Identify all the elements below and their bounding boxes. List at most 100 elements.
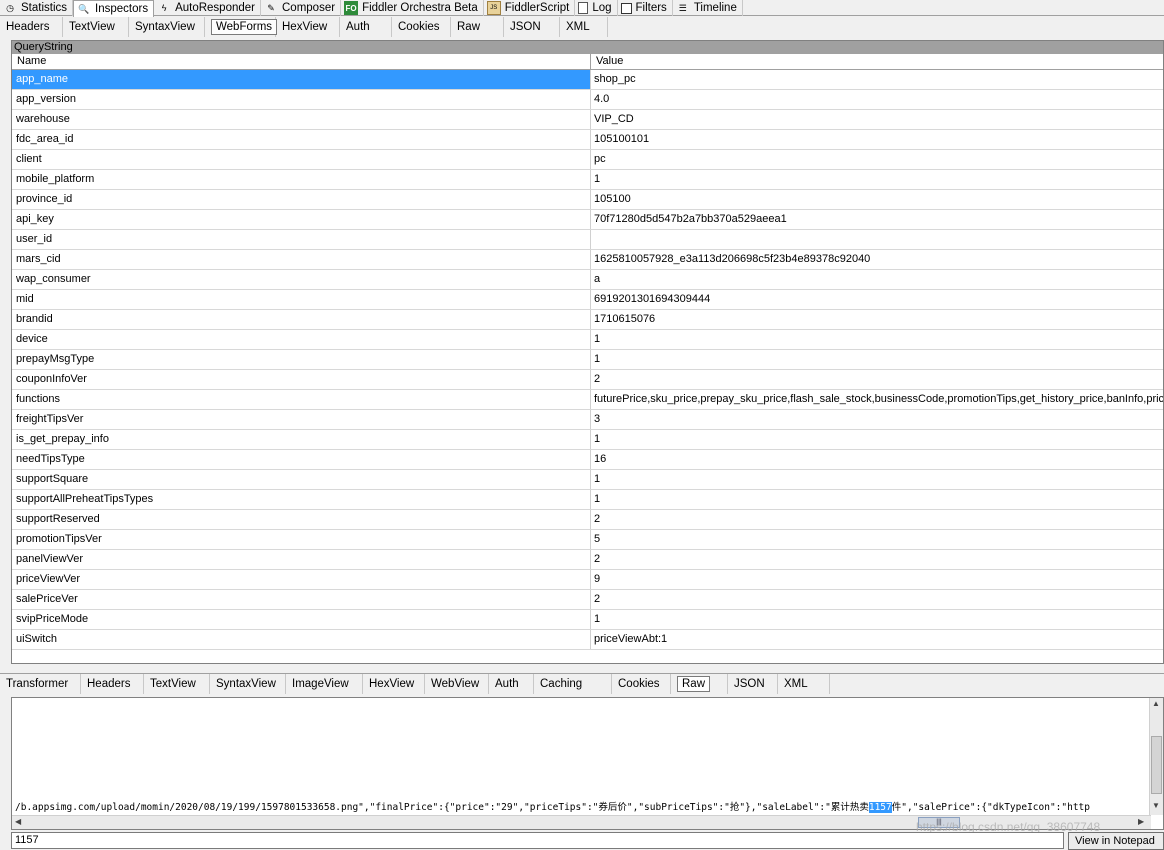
table-row[interactable]: is_get_prepay_info 1 — [12, 430, 1163, 450]
tab-label: AutoResponder — [175, 2, 255, 14]
tab-label: Timeline — [693, 2, 737, 14]
tab-timeline[interactable]: ☰ Timeline — [673, 0, 743, 16]
column-header-value[interactable]: Value — [591, 54, 623, 69]
tab-json[interactable]: JSON — [504, 17, 560, 37]
param-value: shop_pc — [594, 73, 636, 85]
tab-auth[interactable]: Auth — [489, 674, 534, 694]
vertical-scrollbar[interactable]: ▲ ▼ — [1149, 698, 1163, 815]
tab-label: WebForms — [211, 19, 278, 35]
tab-label: TextView — [69, 21, 115, 33]
tab-log[interactable]: Log — [575, 0, 618, 16]
tab-headers[interactable]: Headers — [81, 674, 144, 694]
tab-auth[interactable]: Auth — [340, 17, 392, 37]
table-row[interactable]: device 1 — [12, 330, 1163, 350]
tab-inspectors[interactable]: 🔍 Inspectors — [73, 0, 155, 17]
param-name: promotionTipsVer — [12, 530, 591, 549]
tab-label: HexView — [282, 21, 328, 33]
param-value: 1 — [594, 333, 601, 345]
table-row[interactable]: brandid 1710615076 — [12, 310, 1163, 330]
tab-label: Auth — [495, 678, 519, 690]
tab-textview[interactable]: TextView — [144, 674, 210, 694]
tab-hexview[interactable]: HexView — [276, 17, 340, 37]
table-row[interactable]: fdc_area_id 105100101 — [12, 130, 1163, 150]
vertical-scroll-thumb[interactable] — [1151, 736, 1162, 794]
tab-cookies[interactable]: Cookies — [392, 17, 451, 37]
table-row[interactable]: app_name shop_pc — [12, 70, 1163, 90]
table-row[interactable]: province_id 105100 — [12, 190, 1163, 210]
scroll-right-icon[interactable]: ▶ — [1138, 817, 1144, 826]
table-row[interactable]: app_version 4.0 — [12, 90, 1163, 110]
column-header-name[interactable]: Name — [12, 54, 591, 69]
param-name: warehouse — [12, 110, 591, 129]
tab-label: Cookies — [398, 21, 440, 33]
tab-fiddlerscript[interactable]: JS FiddlerScript — [484, 0, 576, 16]
scroll-down-icon[interactable]: ▼ — [1152, 801, 1160, 810]
scroll-up-icon[interactable]: ▲ — [1152, 699, 1160, 708]
view-in-notepad-button[interactable]: View in Notepad — [1068, 832, 1164, 850]
table-row[interactable]: client pc — [12, 150, 1163, 170]
tab-filters[interactable]: Filters — [618, 0, 673, 16]
tab-autoresponder[interactable]: ϟ AutoResponder — [154, 0, 261, 16]
param-value: 1 — [594, 493, 601, 505]
tab-raw[interactable]: Raw — [451, 17, 504, 37]
tab-webview[interactable]: WebView — [425, 674, 489, 694]
tab-hexview[interactable]: HexView — [363, 674, 425, 694]
table-row[interactable]: priceViewVer 9 — [12, 570, 1163, 590]
tab-caching[interactable]: Caching — [534, 674, 612, 694]
table-row[interactable]: mars_cid 1625810057928_e3a113d206698c5f23… — [12, 250, 1163, 270]
table-row[interactable]: freightTipsVer 3 — [12, 410, 1163, 430]
table-row[interactable]: prepayMsgType 1 — [12, 350, 1163, 370]
tab-label: Inspectors — [95, 3, 149, 15]
table-row[interactable]: panelViewVer 2 — [12, 550, 1163, 570]
table-row[interactable]: promotionTipsVer 5 — [12, 530, 1163, 550]
param-value: 4.0 — [594, 93, 610, 105]
tab-label: JSON — [734, 678, 765, 690]
tab-webforms[interactable]: WebForms — [205, 17, 278, 37]
tab-composer[interactable]: ✎ Composer — [261, 0, 342, 16]
tab-headers[interactable]: Headers — [0, 17, 63, 37]
tab-label: Headers — [87, 678, 131, 690]
table-row[interactable]: needTipsType 16 — [12, 450, 1163, 470]
table-row[interactable]: salePriceVer 2 — [12, 590, 1163, 610]
tab-statistics[interactable]: ◷ Statistics — [0, 0, 74, 16]
table-row[interactable]: functions futurePrice,sku_price,prepay_sk… — [12, 390, 1163, 410]
table-row[interactable]: couponInfoVer 2 — [12, 370, 1163, 390]
table-row[interactable]: mid 6919201301694309444 — [12, 290, 1163, 310]
tab-label: WebView — [431, 678, 480, 690]
param-name: mobile_platform — [12, 170, 591, 189]
table-row[interactable]: api_key 70f71280d5d547b2a7bb370a529aeea1 — [12, 210, 1163, 230]
tab-textview[interactable]: TextView — [63, 17, 129, 37]
tab-transformer[interactable]: Transformer — [0, 674, 81, 694]
table-row[interactable]: svipPriceMode 1 — [12, 610, 1163, 630]
tab-fiddler-orchestra-beta[interactable]: FO Fiddler Orchestra Beta — [341, 0, 484, 16]
tab-cookies[interactable]: Cookies — [612, 674, 671, 694]
table-row[interactable]: user_id — [12, 230, 1163, 250]
table-row[interactable]: wap_consumer a — [12, 270, 1163, 290]
param-name: panelViewVer — [12, 550, 591, 569]
param-value: pc — [594, 153, 606, 165]
tab-imageview[interactable]: ImageView — [286, 674, 363, 694]
param-value: 2 — [594, 513, 601, 525]
querystring-title: QueryString — [12, 41, 1163, 54]
tab-label: Transformer — [6, 678, 69, 690]
table-row[interactable]: supportReserved 2 — [12, 510, 1163, 530]
tab-xml[interactable]: XML — [778, 674, 830, 694]
querystring-panel: QueryString Name Value app_name shop_pc ap… — [11, 40, 1164, 664]
table-row[interactable]: uiSwitch priceViewAbt:1 — [12, 630, 1163, 650]
find-input[interactable]: 1157 — [11, 832, 1064, 849]
response-raw-text[interactable]: /b.appsimg.com/upload/momin/2020/08/19/1… — [11, 697, 1164, 830]
table-row[interactable]: mobile_platform 1 — [12, 170, 1163, 190]
tab-raw[interactable]: Raw — [671, 674, 728, 694]
response-text-before: /b.appsimg.com/upload/momin/2020/08/19/1… — [15, 802, 869, 813]
table-row[interactable]: warehouse VIP_CD — [12, 110, 1163, 130]
js-script-icon: JS — [486, 1, 501, 15]
tab-syntaxview[interactable]: SyntaxView — [210, 674, 286, 694]
param-value: 2 — [594, 373, 601, 385]
table-row[interactable]: supportAllPreheatTipsTypes 1 — [12, 490, 1163, 510]
scroll-left-icon[interactable]: ◀ — [15, 817, 21, 826]
table-row[interactable]: supportSquare 1 — [12, 470, 1163, 490]
tab-json[interactable]: JSON — [728, 674, 778, 694]
param-name: supportReserved — [12, 510, 591, 529]
tab-xml[interactable]: XML — [560, 17, 608, 37]
tab-syntaxview[interactable]: SyntaxView — [129, 17, 205, 37]
